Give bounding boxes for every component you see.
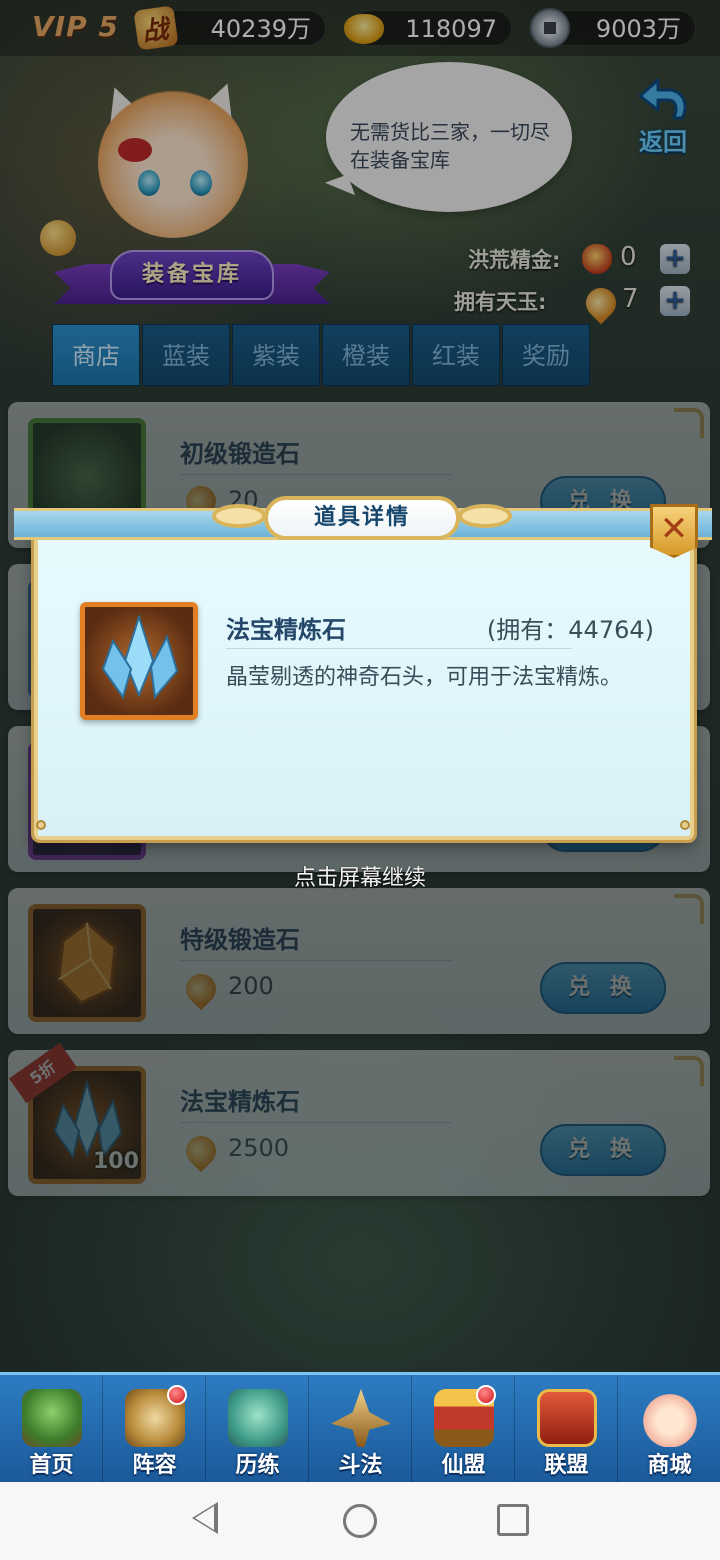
close-button[interactable]: ✕ bbox=[650, 504, 698, 558]
crystal-glyph bbox=[101, 613, 179, 700]
system-back-icon[interactable] bbox=[192, 1502, 218, 1534]
ornament-swirl-left bbox=[212, 504, 266, 528]
nav-label: 联盟 bbox=[544, 1453, 589, 1478]
nav-label: 商城 bbox=[647, 1453, 692, 1478]
modal-title: 道具详情 bbox=[264, 496, 460, 540]
training-icon bbox=[228, 1389, 288, 1447]
nav-label: 斗法 bbox=[338, 1453, 383, 1478]
shop-girl-icon bbox=[640, 1389, 700, 1447]
corner-dot bbox=[680, 820, 690, 830]
crystal-icon bbox=[80, 602, 198, 720]
system-home-icon[interactable] bbox=[343, 1504, 377, 1538]
notification-badge bbox=[167, 1385, 187, 1405]
nav-item-sect[interactable]: 仙盟 bbox=[412, 1375, 515, 1485]
nav-label: 首页 bbox=[29, 1453, 74, 1478]
bottom-nav: 首页 阵容 历练 斗法 仙盟 联盟 商城 bbox=[0, 1372, 720, 1485]
nav-item-lineup[interactable]: 阵容 bbox=[103, 1375, 206, 1485]
owned-count: (拥有：44764) bbox=[486, 616, 654, 644]
item-description: 晶莹剔透的神奇石头，可用于法宝精炼。 bbox=[226, 665, 623, 690]
divider bbox=[226, 648, 572, 649]
home-island-icon bbox=[22, 1389, 82, 1447]
nav-label: 阵容 bbox=[132, 1453, 177, 1478]
nav-item-store[interactable]: 商城 bbox=[618, 1375, 720, 1485]
system-nav-bar bbox=[0, 1482, 720, 1560]
tap-to-continue-hint: 点击屏幕继续 bbox=[293, 866, 426, 891]
notification-badge bbox=[476, 1385, 496, 1405]
nav-item-alliance[interactable]: 联盟 bbox=[515, 1375, 618, 1485]
ornament-swirl-right bbox=[458, 504, 512, 528]
system-recents-icon[interactable] bbox=[497, 1504, 529, 1536]
nav-item-battle[interactable]: 斗法 bbox=[309, 1375, 412, 1485]
nav-item-home[interactable]: 首页 bbox=[0, 1375, 103, 1485]
alliance-banner-icon bbox=[537, 1389, 597, 1447]
corner-dot bbox=[36, 820, 46, 830]
nav-label: 历练 bbox=[235, 1453, 280, 1478]
nav-item-training[interactable]: 历练 bbox=[206, 1375, 309, 1485]
item-name: 法宝精炼石 bbox=[226, 616, 346, 644]
item-detail-modal: 道具详情 ✕ 法宝精炼石 (拥有：44764) 晶莹剔透的神奇石头，可用于法宝精… bbox=[14, 496, 712, 844]
nav-label: 仙盟 bbox=[441, 1453, 486, 1478]
battle-sword-icon bbox=[331, 1389, 391, 1447]
